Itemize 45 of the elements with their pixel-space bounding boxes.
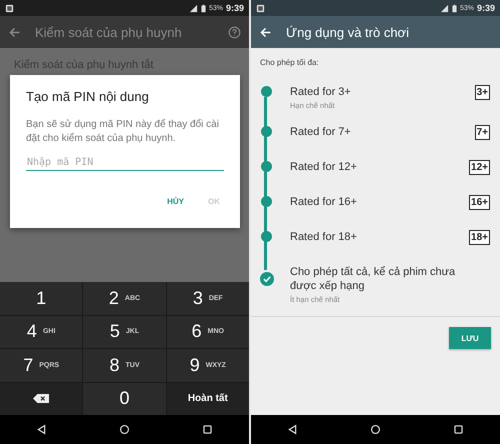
age-rating-icon: 16+ xyxy=(469,195,490,210)
timeline-dot[interactable] xyxy=(261,231,272,242)
keypad-key[interactable]: 0 xyxy=(83,382,166,415)
keypad-key[interactable]: 1 xyxy=(0,282,82,314)
dialog-button[interactable]: HỦY xyxy=(163,195,188,208)
back-icon[interactable] xyxy=(36,424,47,435)
help-icon[interactable] xyxy=(228,26,241,38)
rating-label[interactable]: Rated for 3+ xyxy=(290,85,475,99)
dialog-message: Bạn sẽ sử dụng mã PIN này để thay đổi cài đặt cho kiểm soát của phụ huynh. xyxy=(26,118,220,145)
timeline-dot[interactable] xyxy=(261,126,272,137)
age-rating-icon: 18+ xyxy=(469,230,490,245)
rating-label[interactable]: Rated for 12+ xyxy=(290,160,470,174)
rating-label[interactable]: Rated for 7+ xyxy=(290,125,475,139)
battery-icon xyxy=(200,4,206,12)
timeline-dot[interactable] xyxy=(261,196,272,207)
back-icon[interactable] xyxy=(287,424,298,435)
save-button[interactable]: LƯU xyxy=(449,327,491,349)
age-rating-icon: 7+ xyxy=(474,125,490,140)
pin-input-field[interactable]: Nhập mã PIN xyxy=(26,155,224,171)
dialog-title: Tạo mã PIN nội dung xyxy=(26,89,150,104)
clock-time: 9:39 xyxy=(226,3,244,13)
rating-label[interactable]: Rated for 18+ xyxy=(290,230,470,244)
recents-icon[interactable] xyxy=(202,424,213,435)
timeline-dot[interactable] xyxy=(261,161,272,172)
age-rating-icon: 12+ xyxy=(469,160,490,175)
rating-label[interactable]: Rated for 16+ xyxy=(290,195,470,209)
notification-icon xyxy=(5,4,14,12)
clock-time: 9:39 xyxy=(476,3,495,13)
home-icon[interactable] xyxy=(370,424,381,435)
rating-label[interactable]: Cho phép tất cả, kể cả phim chưa được xếp hạng xyxy=(290,265,460,293)
age-rating-icon: 3+ xyxy=(474,85,490,100)
screen-title: Ứng dụng và trò chơi xyxy=(286,24,409,40)
signal-icon xyxy=(188,4,198,12)
back-arrow-icon[interactable] xyxy=(8,26,21,38)
home-icon[interactable] xyxy=(119,424,130,435)
check-icon[interactable] xyxy=(260,272,274,286)
done-key[interactable]: Hoàn tất xyxy=(166,382,249,415)
timeline-dot[interactable] xyxy=(261,86,272,97)
screen-title: Kiểm soát của phụ huynh xyxy=(35,24,182,40)
section-label: Cho phép tối đa: xyxy=(260,58,320,67)
battery-icon xyxy=(452,4,457,12)
notification-icon xyxy=(256,4,265,12)
signal-icon xyxy=(440,4,449,12)
backspace-icon[interactable] xyxy=(33,394,50,404)
recents-icon[interactable] xyxy=(453,424,464,435)
